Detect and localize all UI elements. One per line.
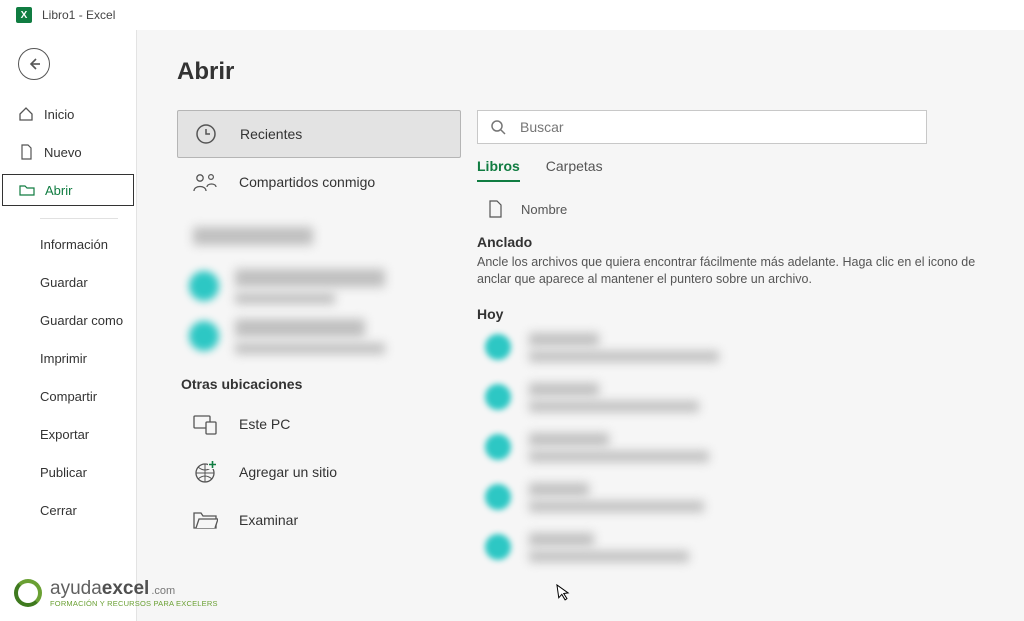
tab-folders[interactable]: Carpetas: [546, 158, 603, 182]
nav-export[interactable]: Exportar: [0, 419, 136, 449]
nav-save-label: Guardar: [40, 275, 88, 290]
location-browse[interactable]: Examinar: [177, 496, 461, 544]
shared-icon: [191, 171, 219, 193]
redacted-file-icon: [485, 434, 511, 460]
title-bar: X Libro1 - Excel: [0, 0, 1024, 30]
location-add-place[interactable]: Agregar un sitio: [177, 448, 461, 496]
excel-app-icon: X: [16, 7, 32, 23]
logo-tagline: FORMACIÓN Y RECURSOS PARA EXCELERS: [50, 600, 218, 608]
document-icon: [487, 200, 503, 218]
nav-print[interactable]: Imprimir: [0, 343, 136, 373]
backstage-content: Abrir Recientes Compartidos conmigo: [136, 30, 1024, 621]
nav-saveas[interactable]: Guardar como: [0, 305, 136, 335]
column-name-label: Nombre: [521, 202, 567, 217]
logo-ring-icon: [14, 579, 42, 607]
search-placeholder: Buscar: [520, 119, 564, 135]
search-input[interactable]: Buscar: [477, 110, 927, 144]
folder-browse-icon: [191, 509, 219, 531]
recent-file-row[interactable]: [477, 524, 1024, 572]
nav-home-label: Inicio: [44, 107, 74, 122]
redacted-file-icon: [485, 484, 511, 510]
redacted-avatar: [189, 321, 219, 351]
nav-open[interactable]: Abrir: [2, 174, 134, 206]
location-recent-label: Recientes: [240, 126, 302, 142]
nav-open-label: Abrir: [45, 183, 72, 198]
clock-icon: [192, 122, 220, 146]
search-icon: [490, 119, 506, 135]
backstage-sidebar: Inicio Nuevo Abrir Información Guardar G…: [0, 30, 136, 621]
redacted-file-name: [529, 333, 719, 362]
recent-file-row[interactable]: [477, 424, 1024, 472]
nav-publish-label: Publicar: [40, 465, 87, 480]
tab-folders-label: Carpetas: [546, 158, 603, 174]
nav-new-label: Nuevo: [44, 145, 82, 160]
this-pc-icon: [191, 412, 219, 436]
redacted-file-icon: [485, 534, 511, 560]
recent-file-row[interactable]: [477, 324, 1024, 372]
location-this-pc-label: Este PC: [239, 416, 290, 432]
watermark-logo: ayudaexcel.com FORMACIÓN Y RECURSOS PARA…: [14, 579, 218, 608]
location-shared-label: Compartidos conmigo: [239, 174, 375, 190]
arrow-left-icon: [26, 56, 42, 72]
file-list-header[interactable]: Nombre: [477, 200, 1024, 218]
pinned-section-desc: Ancle los archivos que quiera encontrar …: [477, 254, 997, 288]
nav-separator: [40, 218, 118, 219]
redacted-file-icon: [485, 384, 511, 410]
file-tabs: Libros Carpetas: [477, 158, 1024, 182]
logo-com: .com: [151, 585, 175, 597]
logo-brand-b: excel: [102, 578, 150, 599]
recent-file-row[interactable]: [477, 374, 1024, 422]
mouse-cursor-icon: [556, 582, 572, 602]
location-shared[interactable]: Compartidos conmigo: [177, 158, 461, 206]
nav-saveas-label: Guardar como: [40, 313, 123, 328]
redacted-file-name: [529, 533, 689, 562]
recent-file-row[interactable]: [477, 474, 1024, 522]
nav-close[interactable]: Cerrar: [0, 495, 136, 525]
open-locations-column: Recientes Compartidos conmigo: [177, 110, 477, 621]
nav-close-label: Cerrar: [40, 503, 77, 518]
redacted-file-name: [529, 483, 704, 512]
redacted-account-row[interactable]: [177, 214, 461, 258]
today-section-title: Hoy: [477, 306, 1024, 322]
page-title: Abrir: [177, 58, 234, 86]
home-icon: [18, 106, 34, 122]
nav-info[interactable]: Información: [0, 229, 136, 259]
file-list-column: Buscar Libros Carpetas Nombre Anclado An…: [477, 110, 1024, 621]
nav-share-label: Compartir: [40, 389, 97, 404]
tab-workbooks[interactable]: Libros: [477, 158, 520, 182]
pinned-section-title: Anclado: [477, 234, 1024, 250]
window-title: Libro1 - Excel: [42, 8, 115, 22]
tab-workbooks-label: Libros: [477, 158, 520, 174]
nav-share[interactable]: Compartir: [0, 381, 136, 411]
add-place-icon: [191, 459, 219, 485]
redacted-avatar: [189, 271, 219, 301]
location-this-pc[interactable]: Este PC: [177, 400, 461, 448]
location-add-place-label: Agregar un sitio: [239, 464, 337, 480]
nav-publish[interactable]: Publicar: [0, 457, 136, 487]
redacted-file-name: [529, 383, 699, 412]
nav-new[interactable]: Nuevo: [0, 136, 136, 168]
nav-save[interactable]: Guardar: [0, 267, 136, 297]
location-recent[interactable]: Recientes: [177, 110, 461, 158]
redacted-account-row[interactable]: [177, 314, 461, 358]
redacted-account-row[interactable]: [177, 264, 461, 308]
redacted-file-icon: [485, 334, 511, 360]
logo-brand-a: ayuda: [50, 578, 102, 599]
redacted-file-name: [529, 433, 709, 462]
location-browse-label: Examinar: [239, 512, 298, 528]
other-locations-heading: Otras ubicaciones: [181, 376, 461, 392]
folder-open-icon: [19, 182, 35, 198]
document-icon: [18, 144, 34, 160]
nav-info-label: Información: [40, 237, 108, 252]
nav-home[interactable]: Inicio: [0, 98, 136, 130]
nav-print-label: Imprimir: [40, 351, 87, 366]
back-button[interactable]: [18, 48, 50, 80]
nav-export-label: Exportar: [40, 427, 89, 442]
